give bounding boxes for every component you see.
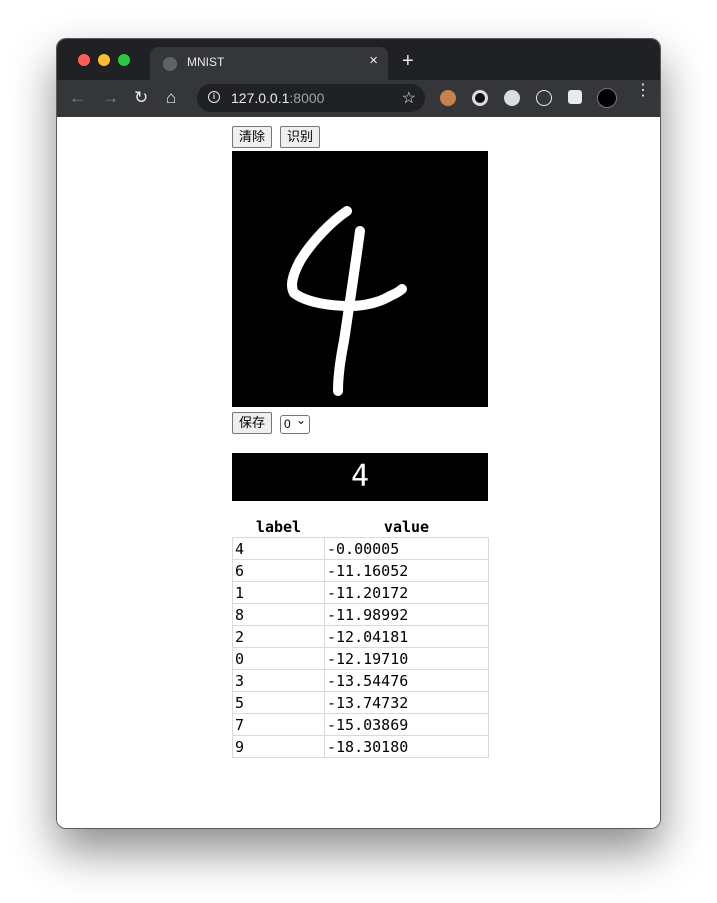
row-label: 8 — [232, 603, 325, 626]
label-select-value: 0 — [284, 417, 291, 431]
close-window-button[interactable] — [78, 54, 90, 66]
recognize-button[interactable]: 识别 — [280, 126, 321, 148]
table-row: 3 -13.54476 — [232, 669, 489, 692]
back-icon[interactable]: ← — [69, 88, 86, 108]
row-value: -13.54476 — [324, 669, 489, 692]
circle-extension-icon[interactable] — [472, 90, 488, 106]
browser-window: MNIST × + ← → ↻ ⌂ i 127.0.0.1:8000 ☆ ⋮ 清… — [56, 38, 661, 829]
table-row: 5 -13.74732 — [232, 691, 489, 714]
bookmark-star-icon[interactable]: ☆ — [402, 88, 416, 108]
table-header-row: label value — [233, 517, 489, 538]
save-button[interactable]: 保存 — [232, 412, 273, 434]
row-label: 4 — [232, 537, 325, 560]
row-label: 1 — [232, 581, 325, 604]
column-header-value: value — [383, 518, 430, 536]
tab-mnist[interactable]: MNIST × — [150, 47, 388, 80]
row-value: -18.30180 — [324, 735, 489, 758]
puzzle-extension-icon[interactable] — [568, 90, 582, 104]
row-label: 2 — [232, 625, 325, 648]
row-value: -15.03869 — [324, 713, 489, 736]
minimize-window-button[interactable] — [98, 54, 110, 66]
ml-extension-icon[interactable] — [597, 88, 617, 108]
glasses-extension-icon[interactable] — [440, 90, 456, 106]
chevron-down-icon: ⌄ — [295, 413, 306, 427]
row-label: 3 — [232, 669, 325, 692]
close-icon[interactable]: × — [369, 52, 378, 69]
row-value: -0.00005 — [324, 537, 489, 560]
row-value: -12.19710 — [324, 647, 489, 670]
table-row: 6 -11.16052 — [232, 559, 489, 582]
new-tab-button[interactable]: + — [402, 51, 414, 71]
table-row: 1 -11.20172 — [232, 581, 489, 604]
row-value: -11.16052 — [324, 559, 489, 582]
row-value: -13.74732 — [324, 691, 489, 714]
prediction-display: 4 — [232, 453, 488, 501]
forward-icon[interactable]: → — [102, 88, 119, 108]
label-select[interactable]: 0 ⌄ — [280, 413, 310, 434]
column-header-label: label — [255, 518, 302, 536]
tab-bar: MNIST × + — [57, 39, 660, 80]
row-value: -11.98992 — [324, 603, 489, 626]
table-row: 2 -12.04181 — [232, 625, 489, 648]
table-row: 4 -0.00005 — [232, 537, 489, 560]
table-row: 8 -11.98992 — [232, 603, 489, 626]
url-host: 127.0.0.1 — [231, 90, 290, 106]
row-value: -11.20172 — [324, 581, 489, 604]
handwritten-digit — [287, 206, 407, 396]
react-extension-icon[interactable] — [536, 90, 552, 106]
table-row: 0 -12.19710 — [232, 647, 489, 670]
url-text: 127.0.0.1:8000 — [231, 90, 324, 106]
reload-icon[interactable]: ↻ — [134, 88, 148, 108]
moon-extension-icon[interactable] — [504, 90, 520, 106]
drawing-canvas[interactable] — [232, 151, 488, 407]
row-label: 5 — [232, 691, 325, 714]
globe-icon — [163, 57, 177, 71]
digit-stroke-2 — [333, 226, 365, 396]
info-icon[interactable]: i — [208, 91, 220, 103]
row-value: -12.04181 — [324, 625, 489, 648]
results-table: label value 4 -0.00005 6 -11.16052 1 -11.20… — [232, 517, 489, 758]
row-label: 6 — [232, 559, 325, 582]
tab-title: MNIST — [187, 55, 225, 69]
clear-button[interactable]: 清除 — [232, 126, 273, 148]
zoom-window-button[interactable] — [118, 54, 130, 66]
home-icon[interactable]: ⌂ — [166, 88, 176, 108]
menu-icon[interactable]: ⋮ — [635, 83, 651, 99]
table-row: 7 -15.03869 — [232, 713, 489, 736]
browser-toolbar: ← → ↻ ⌂ i 127.0.0.1:8000 ☆ ⋮ — [57, 80, 660, 117]
url-port: :8000 — [289, 90, 325, 106]
row-label: 0 — [232, 647, 325, 670]
address-bar[interactable]: i 127.0.0.1:8000 ☆ — [197, 84, 425, 112]
row-label: 9 — [232, 735, 325, 758]
row-label: 7 — [232, 713, 325, 736]
page-content: 清除 识别 保存 0 ⌄ 4 label value 4 -0.00005 6 -1 — [57, 117, 660, 828]
table-row: 9 -18.30180 — [232, 735, 489, 758]
